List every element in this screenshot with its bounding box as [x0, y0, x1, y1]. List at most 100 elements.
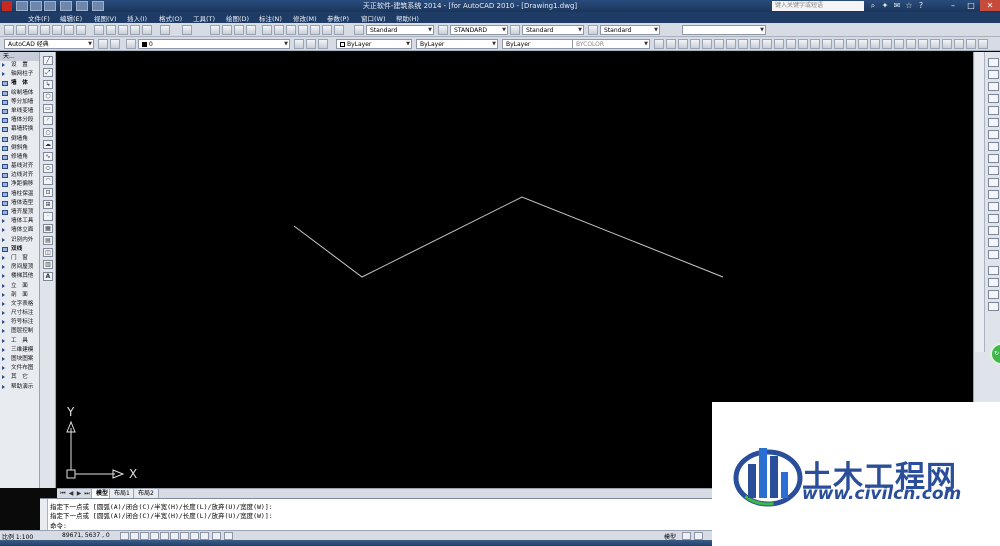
visual-style-icon-10[interactable] — [930, 39, 940, 49]
render-settings-icon[interactable] — [726, 39, 736, 49]
menu-file[interactable]: 文件(F) — [28, 13, 50, 23]
preview-icon[interactable] — [52, 25, 62, 35]
ellipse-tool-icon[interactable]: ⬭ — [43, 164, 53, 173]
zoom-realtime-icon[interactable] — [222, 25, 232, 35]
visual-style-icon-2[interactable] — [834, 39, 844, 49]
layer-manager-icon[interactable] — [126, 39, 136, 49]
minimize-button[interactable]: – — [944, 0, 962, 11]
palette-item[interactable]: 幕墙转换 — [0, 125, 39, 134]
move-tool-icon[interactable] — [988, 118, 999, 127]
undo-icon[interactable] — [60, 1, 72, 11]
favorites-icon[interactable]: ☆ — [904, 1, 914, 11]
draworder-icon-4[interactable] — [988, 302, 999, 311]
new-file-icon[interactable] — [16, 1, 28, 11]
fog-icon[interactable] — [798, 39, 808, 49]
quickcalc-icon[interactable] — [322, 25, 332, 35]
copy-icon[interactable] — [106, 25, 116, 35]
palette-item[interactable]: 边线对齐 — [0, 171, 39, 180]
dim-style-icon[interactable] — [438, 25, 448, 35]
dyn-toggle-icon[interactable] — [190, 532, 199, 540]
mtext-tool-icon[interactable]: A — [43, 272, 53, 281]
redo-toolbar-icon[interactable] — [182, 25, 192, 35]
sheet-set-icon[interactable] — [298, 25, 308, 35]
palette-item[interactable]: 墙 体 — [0, 79, 39, 88]
background-icon[interactable] — [786, 39, 796, 49]
trim-tool-icon[interactable] — [988, 166, 999, 175]
prev-tab-icon[interactable]: ◀ — [67, 490, 75, 498]
design-center-icon[interactable] — [274, 25, 284, 35]
menu-modify[interactable]: 修改(M) — [293, 13, 317, 23]
ellipse-arc-tool-icon[interactable]: ◠ — [43, 176, 53, 185]
qnew-icon[interactable] — [4, 25, 14, 35]
palette-item[interactable]: 轴网柱子 — [0, 70, 39, 79]
insert-block-icon[interactable]: ⊡ — [43, 188, 53, 197]
mleader-style-dropdown[interactable]: Standard ▼ — [600, 25, 660, 35]
planar-map-icon[interactable] — [774, 39, 784, 49]
render-icon[interactable] — [762, 39, 772, 49]
vertical-scrollbar[interactable] — [975, 52, 985, 352]
plot-icon[interactable] — [40, 25, 50, 35]
color-dropdown[interactable]: ByLayer ▼ — [336, 39, 412, 49]
matchprop-icon[interactable] — [130, 25, 140, 35]
palette-item[interactable]: 符号标注 — [0, 318, 39, 327]
subscription-icon[interactable]: ✦ — [880, 1, 890, 11]
sun-properties-icon[interactable] — [738, 39, 748, 49]
palette-item[interactable]: 图层控制 — [0, 327, 39, 336]
palette-item[interactable]: 文字表格 — [0, 300, 39, 309]
palette-item[interactable]: 设 置 — [0, 61, 39, 70]
palette-item[interactable]: 净距偏移 — [0, 180, 39, 189]
visual-style-icon-4[interactable] — [858, 39, 868, 49]
palette-item[interactable]: 识别内外 — [0, 236, 39, 245]
palette-item[interactable]: 墙体工具 — [0, 217, 39, 226]
dim-style-dropdown[interactable]: STANDARD ▼ — [450, 25, 508, 35]
visual-style-icon-13[interactable] — [966, 39, 976, 49]
region-tool-icon[interactable]: ◫ — [43, 248, 53, 257]
menu-help[interactable]: 帮助(H) — [396, 13, 419, 23]
rectangle-tool-icon[interactable]: ▭ — [43, 104, 53, 113]
osnap-toggle-icon[interactable] — [160, 532, 169, 540]
visual-style-icon-11[interactable] — [942, 39, 952, 49]
palette-item[interactable]: 墙柱保温 — [0, 190, 39, 199]
help-icon[interactable]: ? — [916, 1, 926, 11]
visual-style-icon-8[interactable] — [906, 39, 916, 49]
break-tool-icon[interactable] — [988, 202, 999, 211]
palette-item[interactable]: 墙体立面 — [0, 226, 39, 235]
palette-item[interactable]: 房间屋顶 — [0, 263, 39, 272]
palette-item[interactable]: 修墙角 — [0, 153, 39, 162]
visual-style-icon-9[interactable] — [918, 39, 928, 49]
palette-item[interactable]: 工 具 — [0, 337, 39, 346]
circle-tool-icon[interactable]: ○ — [43, 128, 53, 137]
palette-item[interactable]: 楼梯其他 — [0, 272, 39, 281]
menu-insert[interactable]: 插入(I) — [127, 13, 147, 23]
scale-tool-icon[interactable] — [988, 142, 999, 151]
palette-header[interactable]: 天... — [0, 52, 39, 61]
ducs-toggle-icon[interactable] — [180, 532, 189, 540]
close-button[interactable]: ✕ — [980, 0, 1000, 11]
publish-icon[interactable] — [64, 25, 74, 35]
palette-item[interactable]: 双线 — [0, 245, 39, 254]
qp-toggle-icon[interactable] — [212, 532, 221, 540]
menu-format[interactable]: 格式(O) — [159, 13, 182, 23]
erase-tool-icon[interactable] — [988, 58, 999, 67]
layer-dropdown[interactable]: 0 ▼ — [138, 39, 290, 49]
sc-toggle-icon[interactable] — [224, 532, 233, 540]
revcloud-tool-icon[interactable]: ☁ — [43, 140, 53, 149]
command-input[interactable] — [68, 520, 268, 528]
open-icon[interactable] — [16, 25, 26, 35]
autocad-app-icon[interactable] — [2, 1, 12, 11]
palette-item[interactable]: 图块图案 — [0, 355, 39, 364]
break-point-tool-icon[interactable] — [988, 190, 999, 199]
table-style-dropdown[interactable]: Standard ▼ — [522, 25, 584, 35]
text-style-dropdown[interactable]: Standard ▼ — [366, 25, 434, 35]
palette-item[interactable]: 帮助演示 — [0, 383, 39, 392]
cut-icon[interactable] — [94, 25, 104, 35]
palette-item[interactable]: 绘制墙体 — [0, 89, 39, 98]
palette-item[interactable]: 文件布图 — [0, 364, 39, 373]
array-tool-icon[interactable] — [988, 106, 999, 115]
ortho-toggle-icon[interactable] — [140, 532, 149, 540]
palette-item[interactable]: 等分加墙 — [0, 98, 39, 107]
grid-toggle-icon[interactable] — [130, 532, 139, 540]
save-file-icon[interactable] — [44, 1, 56, 11]
sun-icon[interactable] — [714, 39, 724, 49]
draworder-icon-2[interactable] — [988, 278, 999, 287]
